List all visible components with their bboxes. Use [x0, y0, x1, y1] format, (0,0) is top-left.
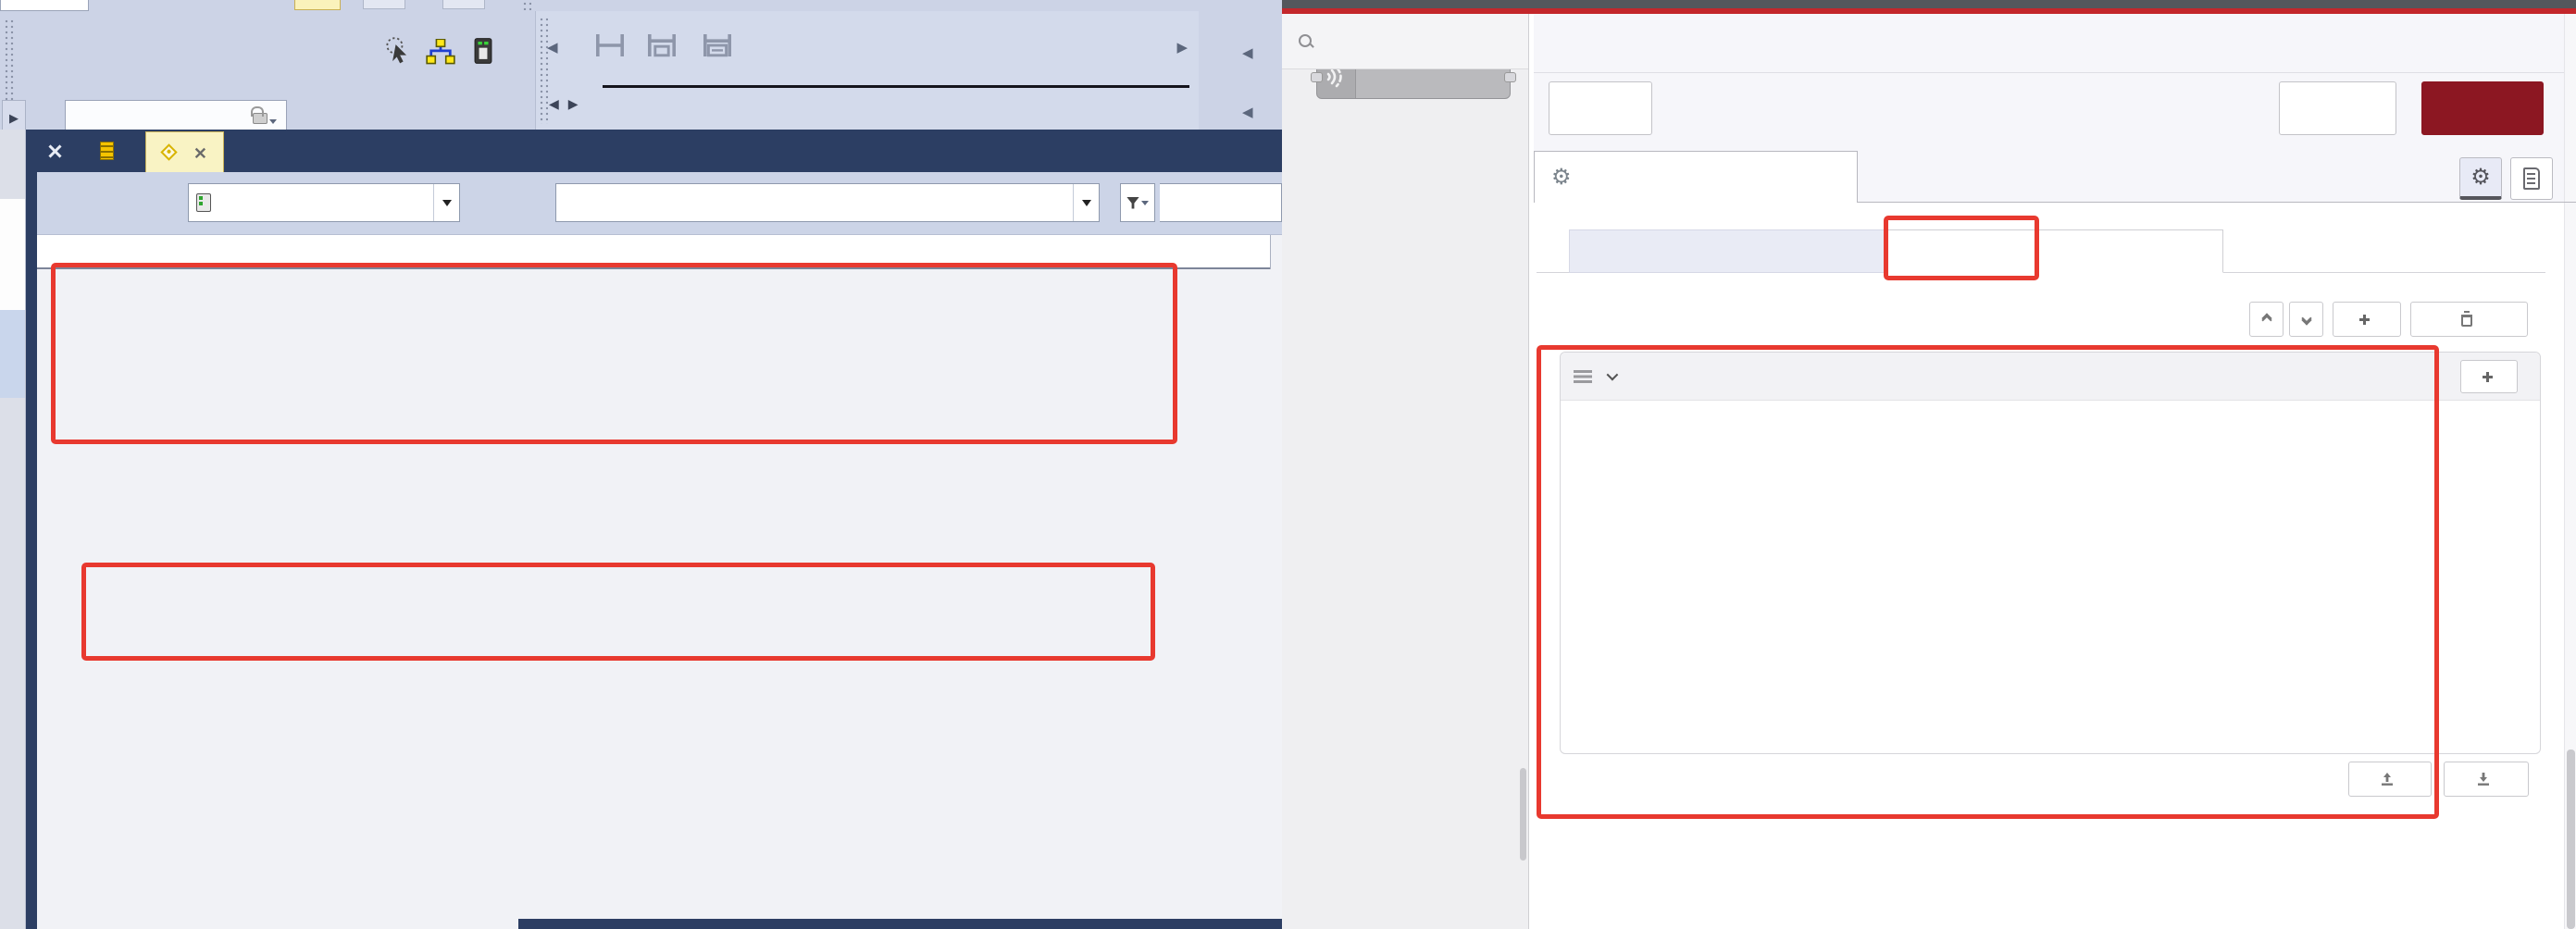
controller-device-icon[interactable] [474, 37, 492, 65]
palette-node-tcp-request[interactable] [1282, 69, 1528, 101]
close-icon[interactable] [194, 147, 205, 157]
close-pane-button[interactable] [26, 130, 83, 172]
show-dropdown[interactable] [555, 183, 1100, 222]
plus-icon [2483, 372, 2493, 382]
breadcrumb [1534, 14, 2576, 73]
remove-all-button[interactable] [2410, 302, 2528, 337]
scroll-right-icon[interactable]: ▶ [1176, 41, 1188, 55]
scope-bar [37, 172, 1282, 235]
controller-icon [196, 193, 211, 212]
trash-icon [2461, 315, 2472, 327]
drag-handle-icon[interactable] [1574, 370, 1592, 383]
properties-view-button[interactable]: ⚙ [2459, 157, 2502, 200]
toolbar-grip [522, 1, 531, 10]
scope-dropdown[interactable] [188, 183, 460, 222]
new-rung-icon[interactable] [593, 31, 627, 59]
tag-table [37, 235, 1271, 269]
search-icon [1299, 34, 1313, 48]
input-port [1311, 72, 1323, 82]
instruction-toolbar: ◀ ▶ ◀▶ [535, 11, 1199, 130]
tag-list-container [1560, 352, 2541, 754]
tab-properties[interactable]: ⚙ [1534, 151, 1858, 203]
tab-controller-tags[interactable] [145, 131, 224, 172]
chevron-down-icon[interactable] [1607, 369, 1619, 381]
chevron-down-icon [433, 184, 459, 221]
gear-icon: ⚙ [1551, 164, 1572, 191]
tag-group-header[interactable] [1561, 353, 2540, 401]
export-button[interactable] [2444, 762, 2529, 797]
new-branch-level-icon[interactable] [701, 31, 734, 59]
double-chevron-up-icon [2263, 317, 2271, 321]
collapse-left-icon[interactable]: ◀ [1242, 105, 1253, 119]
tab-main-routine[interactable] [83, 130, 140, 172]
double-chevron-down-icon [2303, 317, 2310, 321]
output-port [1504, 72, 1516, 82]
toolbar-input-fragment [0, 0, 89, 11]
docked-panel-edge [0, 130, 26, 929]
filter-button[interactable] [1120, 183, 1155, 222]
download-icon [2476, 772, 2491, 787]
panel-scrollbar[interactable] [2564, 14, 2576, 929]
collapse-left-icon[interactable]: ◀ [1242, 46, 1253, 60]
node-palette [1282, 14, 1529, 929]
close-icon [48, 144, 61, 157]
lock-icon[interactable] [253, 113, 277, 124]
rslogix-window: ◀ ▶ ◀▶ ◀ ◀ ▶ [0, 0, 1282, 929]
group-add-button[interactable] [2460, 360, 2518, 393]
upload-icon [2380, 772, 2395, 787]
nodered-window: ⚙ ⚙ [1282, 0, 2576, 929]
chevron-down-icon [1073, 184, 1099, 221]
nodered-header-bar [1282, 0, 2576, 8]
network-browse-icon[interactable] [426, 39, 455, 65]
instruction-tab-strip [601, 89, 1195, 126]
funnel-icon [1126, 197, 1139, 209]
gear-icon: ⚙ [2470, 164, 2491, 191]
scrollbar-thumb[interactable] [2567, 749, 2575, 929]
controller-tags-pane [37, 172, 1282, 929]
top-toolbar-fragment [0, 0, 1282, 11]
document-icon [2523, 167, 2540, 190]
table-header-row [37, 235, 1270, 269]
toolbar-grip [539, 17, 548, 124]
ladder-icon [100, 142, 114, 160]
select-cursor-icon[interactable] [385, 37, 413, 65]
main-toolbar: ◀ ▶ ◀▶ ◀ ◀ ▶ [0, 11, 1282, 130]
palette-search[interactable] [1282, 14, 1528, 69]
new-branch-icon[interactable] [645, 31, 678, 59]
plus-icon [2359, 315, 2370, 325]
delete-button[interactable] [1549, 81, 1652, 135]
add-tag-button[interactable] [2333, 302, 2401, 337]
tab-connection[interactable] [1569, 229, 1885, 273]
tag-icon [160, 143, 177, 160]
scroll-left-icon[interactable]: ◀ [547, 41, 558, 55]
editor-tab-bar [26, 130, 1282, 172]
cancel-button[interactable] [2279, 81, 2396, 135]
node-help-button[interactable] [2510, 157, 2553, 200]
highlighted-toolbar-button-fragment[interactable] [294, 0, 341, 10]
move-up-button[interactable] [2249, 302, 2284, 337]
tab-tags[interactable] [1885, 229, 2223, 273]
wifi-icon [1317, 69, 1356, 98]
screen: ◀ ▶ ◀▶ ◀ ◀ ▶ [0, 0, 2576, 929]
window-edge [518, 919, 1282, 929]
move-down-button[interactable] [2289, 302, 2323, 337]
palette-scrollbar-thumb[interactable] [1520, 768, 1526, 861]
pane-border [26, 172, 37, 929]
name-filter-input[interactable] [1160, 183, 1282, 222]
edit-panel-header: ⚙ ⚙ [1534, 14, 2576, 202]
tab-scroll-arrows[interactable]: ◀▶ [549, 96, 579, 112]
divider [603, 85, 1189, 88]
update-button[interactable] [2421, 81, 2544, 135]
import-button[interactable] [2348, 762, 2432, 797]
edit-node-panel: ⚙ ⚙ [1534, 14, 2576, 929]
